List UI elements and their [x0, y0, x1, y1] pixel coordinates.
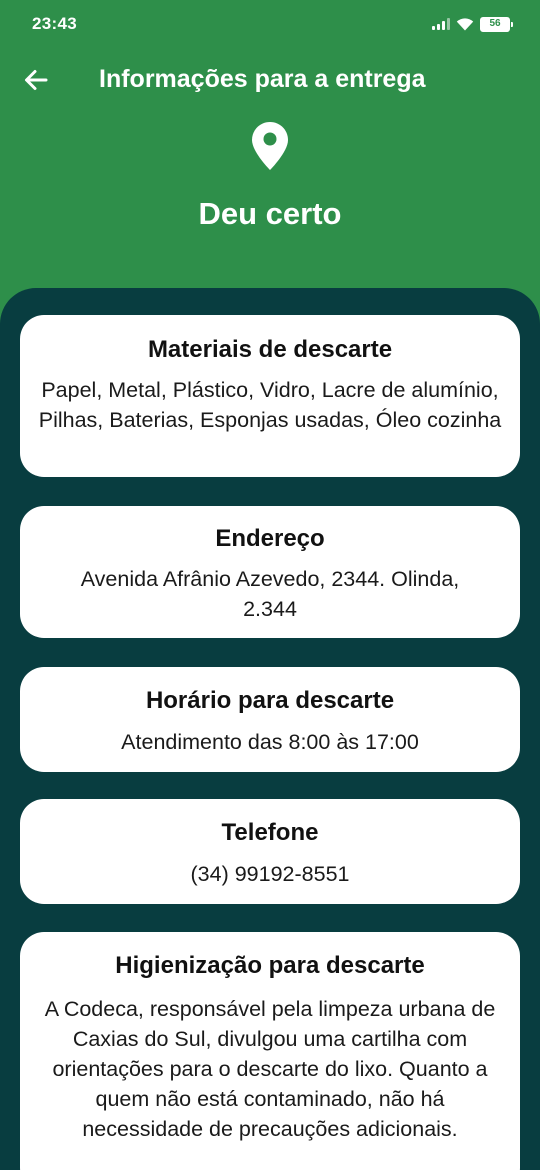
hours-body: Atendimento das 8:00 às 17:00 — [121, 730, 419, 754]
status-time: 23:43 — [32, 14, 77, 33]
status-icons: 56 — [432, 15, 513, 33]
hygiene-body: A Codeca, responsável pela limpeza urban… — [44, 997, 496, 1141]
phone-title: Telefone — [221, 819, 319, 846]
location-pin-icon — [252, 122, 288, 170]
signal-icon — [432, 18, 450, 30]
phone-card: Telefone (34) 99192-8551 — [20, 799, 520, 904]
address-title: Endereço — [215, 525, 325, 552]
hours-title: Horário para descarte — [145, 687, 395, 714]
arrow-left-icon — [25, 70, 48, 90]
materials-body: Papel, Metal, Plástico, Vidro, Lacre de … — [38, 378, 502, 432]
address-card: Endereço Avenida Afrânio Azevedo, 2344. … — [20, 506, 520, 638]
wifi-icon — [456, 18, 474, 31]
hygiene-card: Higienização para descarte A Codeca, res… — [20, 932, 520, 1170]
phone-number[interactable]: (34) 99192-8551 — [38, 859, 502, 889]
success-title: Deu certo — [198, 196, 342, 231]
app-bar: Informações para a entrega — [0, 50, 540, 110]
page-title: Informações para a entrega — [99, 65, 426, 93]
address-body: Avenida Afrânio Azevedo, 2344. Olinda, 2… — [80, 567, 460, 621]
status-bar: 23:43 56 — [0, 0, 540, 50]
materials-title: Materiais de descarte — [147, 336, 393, 363]
materials-card: Materiais de descarte Papel, Metal, Plás… — [20, 315, 520, 477]
hours-card: Horário para descarte Atendimento das 8:… — [20, 667, 520, 772]
hygiene-title: Higienização para descarte — [115, 952, 425, 979]
battery-icon: 56 — [480, 16, 513, 32]
back-button[interactable] — [18, 62, 54, 98]
